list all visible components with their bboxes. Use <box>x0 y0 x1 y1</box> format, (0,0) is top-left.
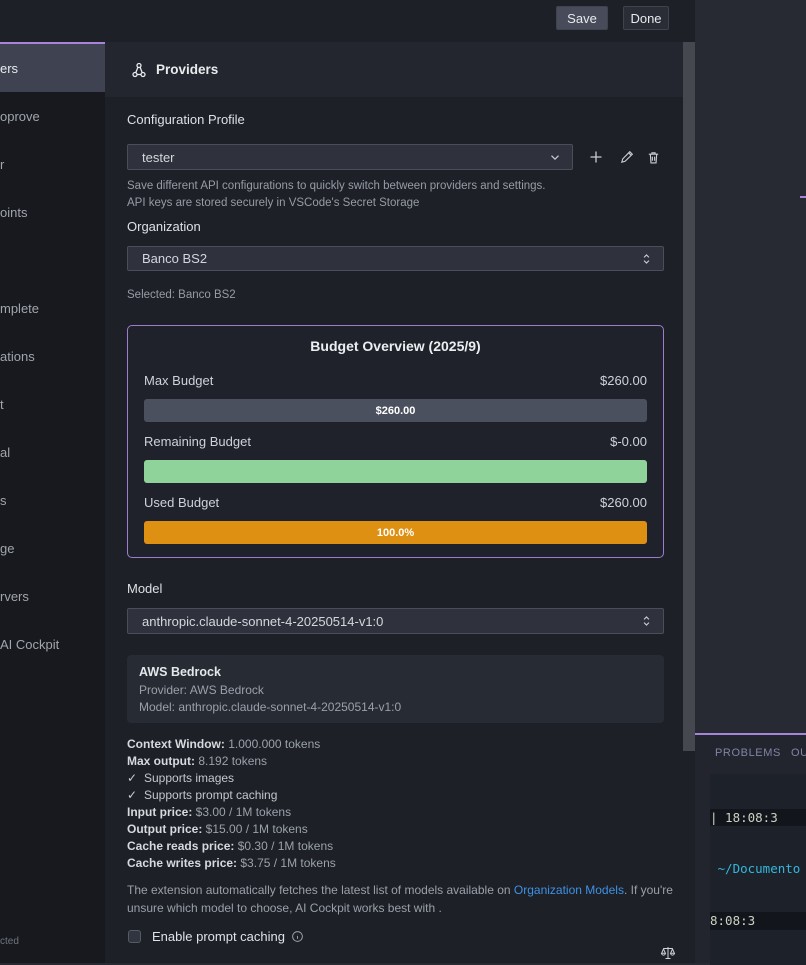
terminal-line: ~/Documento <box>710 860 806 877</box>
cache-writes-price-line: Cache writes price: $3.75 / 1M tokens <box>127 855 336 872</box>
sidebar-item-checkpoints[interactable]: oints <box>0 188 105 236</box>
editor-region: PROBLEMS OU | 18:08:3 ~/Documento 8:08:3… <box>695 0 806 963</box>
profile-help-line1: Save different API configurations to qui… <box>127 180 546 192</box>
done-button[interactable]: Done <box>623 6 669 30</box>
terminal-line: | 18:08:3 <box>710 809 806 826</box>
remaining-budget-amount: $-0.00 <box>610 434 647 449</box>
model-info-box: AWS Bedrock Provider: AWS Bedrock Model:… <box>127 655 664 723</box>
sidebar-item-label: ations <box>0 349 35 364</box>
sidebar-item-label: oprove <box>0 109 40 124</box>
sidebar-item-prompts[interactable]: s <box>0 476 105 524</box>
used-budget-bar: 100.0% <box>144 521 647 544</box>
scales-icon <box>660 946 676 965</box>
enable-prompt-caching-label: Enable prompt caching <box>152 929 285 944</box>
check-icon: ✓ <box>127 770 144 787</box>
sidebar-item-label: t <box>0 397 4 412</box>
check-icon: ✓ <box>127 787 144 804</box>
content-scrollbar[interactable] <box>683 42 695 751</box>
sidebar-item-hidden[interactable] <box>0 236 105 284</box>
used-budget-bar-text: 100.0% <box>377 527 414 539</box>
select-updown-icon <box>640 614 653 628</box>
max-output-line: Max output: 8.192 tokens <box>127 753 336 770</box>
sidebar-item-label: AI Cockpit <box>0 637 59 652</box>
budget-card-title: Budget Overview (2025/9) <box>128 338 663 354</box>
delete-profile-button[interactable] <box>644 148 662 166</box>
terminal-line: 8:08:3 <box>710 912 806 929</box>
remaining-budget-label: Remaining Budget <box>144 434 251 449</box>
max-budget-amount: $260.00 <box>600 373 647 388</box>
terminal-output[interactable]: | 18:08:3 ~/Documento 8:08:3 ~/Documento… <box>710 774 806 965</box>
settings-sidebar: ers oprove r oints mplete ations t al s … <box>0 44 105 963</box>
providers-icon <box>131 62 147 78</box>
sidebar-item-label: mplete <box>0 301 39 316</box>
max-budget-bar: $260.00 <box>144 399 647 422</box>
settings-topbar: Save Done <box>0 0 695 42</box>
organization-label: Organization <box>127 219 201 234</box>
sidebar-item-providers[interactable]: ers <box>0 44 105 92</box>
configuration-profile-dropdown[interactable]: tester <box>127 144 573 170</box>
select-updown-icon <box>640 252 653 266</box>
section-header: Providers <box>105 42 695 97</box>
model-info-provider: Provider: AWS Bedrock <box>139 683 652 697</box>
max-budget-bar-text: $260.00 <box>376 405 416 417</box>
supports-prompt-caching-line: ✓Supports prompt caching <box>127 787 336 804</box>
sidebar-item-label: rvers <box>0 589 29 604</box>
sidebar-item-notifications[interactable]: ations <box>0 332 105 380</box>
save-button[interactable]: Save <box>556 6 608 30</box>
prompt-caching-row: Enable prompt caching <box>128 929 304 944</box>
sidebar-item-label: oints <box>0 205 27 220</box>
tab-problems[interactable]: PROBLEMS <box>715 747 781 759</box>
model-info-model: Model: anthropic.claude-sonnet-4-2025051… <box>139 700 652 714</box>
sidebar-item-context[interactable]: t <box>0 380 105 428</box>
supports-images-line: ✓Supports images <box>127 770 336 787</box>
model-value: anthropic.claude-sonnet-4-20250514-v1:0 <box>142 614 383 629</box>
sidebar-item-terminal[interactable]: al <box>0 428 105 476</box>
add-profile-button[interactable] <box>587 148 605 166</box>
sash-accent-dash <box>800 196 806 198</box>
sidebar-item-about-ai-cockpit[interactable]: AI Cockpit <box>0 620 105 668</box>
sidebar-item-complete[interactable]: mplete <box>0 284 105 332</box>
used-budget-amount: $260.00 <box>600 495 647 510</box>
remaining-budget-bar <box>144 460 647 483</box>
sidebar-item-label: r <box>0 157 4 172</box>
budget-overview-card: Budget Overview (2025/9) Max Budget $260… <box>127 325 664 558</box>
info-icon[interactable] <box>291 930 304 943</box>
max-budget-label: Max Budget <box>144 373 213 388</box>
model-label: Model <box>127 581 162 596</box>
sidebar-item-label: ge <box>0 541 14 556</box>
sidebar-item-mcp-servers[interactable]: rvers <box>0 572 105 620</box>
organization-selected-text: Selected: Banco BS2 <box>127 289 236 301</box>
input-price-line: Input price: $3.00 / 1M tokens <box>127 804 336 821</box>
sidebar-item-language[interactable]: ge <box>0 524 105 572</box>
sidebar-item-label: al <box>0 445 10 460</box>
chevron-down-icon <box>548 150 562 164</box>
settings-content: Providers Configuration Profile tester S… <box>105 42 695 963</box>
enable-prompt-caching-checkbox[interactable] <box>128 930 141 943</box>
used-budget-label: Used Budget <box>144 495 219 510</box>
model-specs: Context Window: 1.000.000 tokens Max out… <box>127 736 336 872</box>
output-price-line: Output price: $15.00 / 1M tokens <box>127 821 336 838</box>
organization-models-link[interactable]: Organization Models <box>514 883 624 897</box>
bottom-panel: PROBLEMS OU | 18:08:3 ~/Documento 8:08:3… <box>695 733 806 963</box>
configuration-profile-value: tester <box>142 150 175 165</box>
models-fetch-note: The extension automatically fetches the … <box>127 882 694 917</box>
configuration-profile-label: Configuration Profile <box>127 112 245 127</box>
organization-select[interactable]: Banco BS2 <box>127 246 664 271</box>
sidebar-bottom-fragment: cted <box>0 936 19 947</box>
model-info-title: AWS Bedrock <box>139 665 652 679</box>
sidebar-item-auto-approve[interactable]: oprove <box>0 92 105 140</box>
organization-value: Banco BS2 <box>142 251 207 266</box>
profile-help-line2: API keys are stored securely in VSCode's… <box>127 197 419 209</box>
context-window-line: Context Window: 1.000.000 tokens <box>127 736 336 753</box>
tab-output[interactable]: OU <box>791 747 806 759</box>
page-title: Providers <box>156 62 218 77</box>
cache-reads-price-line: Cache reads price: $0.30 / 1M tokens <box>127 838 336 855</box>
edit-profile-button[interactable] <box>617 148 635 166</box>
sidebar-item-browser[interactable]: r <box>0 140 105 188</box>
settings-panel: Save Done ers oprove r oints mplete atio… <box>0 0 695 963</box>
model-select[interactable]: anthropic.claude-sonnet-4-20250514-v1:0 <box>127 608 664 634</box>
sidebar-item-label: ers <box>0 61 18 76</box>
sidebar-item-label: s <box>0 493 7 508</box>
